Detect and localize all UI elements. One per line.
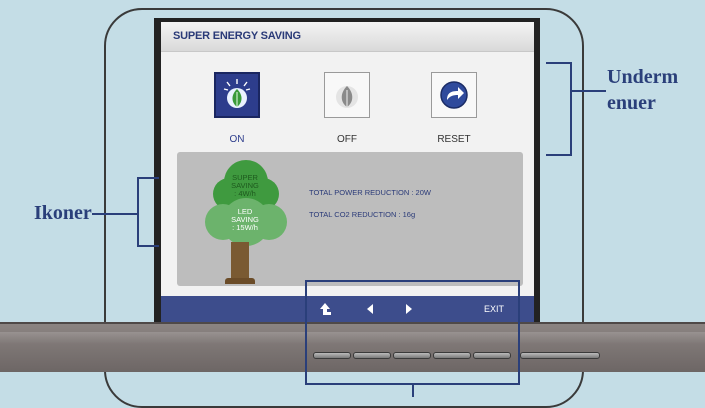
reset-arrow-icon (440, 81, 468, 109)
mode-on-label: ON (229, 134, 245, 145)
power-button[interactable] (520, 352, 600, 359)
submenu-callout-bracket-bottom (546, 154, 572, 156)
super-saving-text: SUPER SAVING : 4W/h (231, 173, 259, 198)
osd-title: SUPER ENERGY SAVING (173, 30, 301, 42)
icons-callout-bracket (137, 177, 139, 247)
total-power-reduction: TOTAL POWER REDUCTION : 20W (309, 188, 431, 197)
submenu-callout-line (570, 90, 606, 92)
energy-info-panel: SUPER SAVING : 4W/h LED SAVING : 15W/h T… (177, 152, 523, 286)
tree-icon (205, 160, 287, 246)
icons-callout-line (92, 213, 138, 215)
icons-callout-bracket-bottom (137, 245, 159, 247)
mode-off-label: OFF (337, 134, 357, 145)
led-saving-text: LED SAVING : 15W/h (231, 207, 259, 232)
tree-roots (225, 278, 255, 284)
osd-menu: SUPER ENERGY SAVING ON OFF RESET SUPER S… (161, 22, 534, 322)
mode-off-button[interactable] (324, 72, 370, 118)
mode-on-button[interactable] (214, 72, 260, 118)
nav-callout-line (412, 383, 414, 397)
leaf-rays-icon (223, 79, 251, 108)
submenu-callout-bracket-top (546, 62, 572, 64)
total-co2-reduction: TOTAL CO2 REDUCTION : 16g (309, 210, 416, 219)
leaf-icon (336, 86, 358, 108)
nav-buttons-highlight (305, 280, 520, 385)
submenu-callout-label: Underm enuer (607, 66, 679, 114)
icons-callout-label: Ikoner (34, 202, 92, 224)
submenu-callout-bracket (570, 62, 572, 156)
osd-title-bar: SUPER ENERGY SAVING (161, 22, 534, 52)
icons-callout-bracket-top (137, 177, 159, 179)
mode-reset-button[interactable] (431, 72, 477, 118)
mode-reset-label: RESET (437, 134, 471, 145)
